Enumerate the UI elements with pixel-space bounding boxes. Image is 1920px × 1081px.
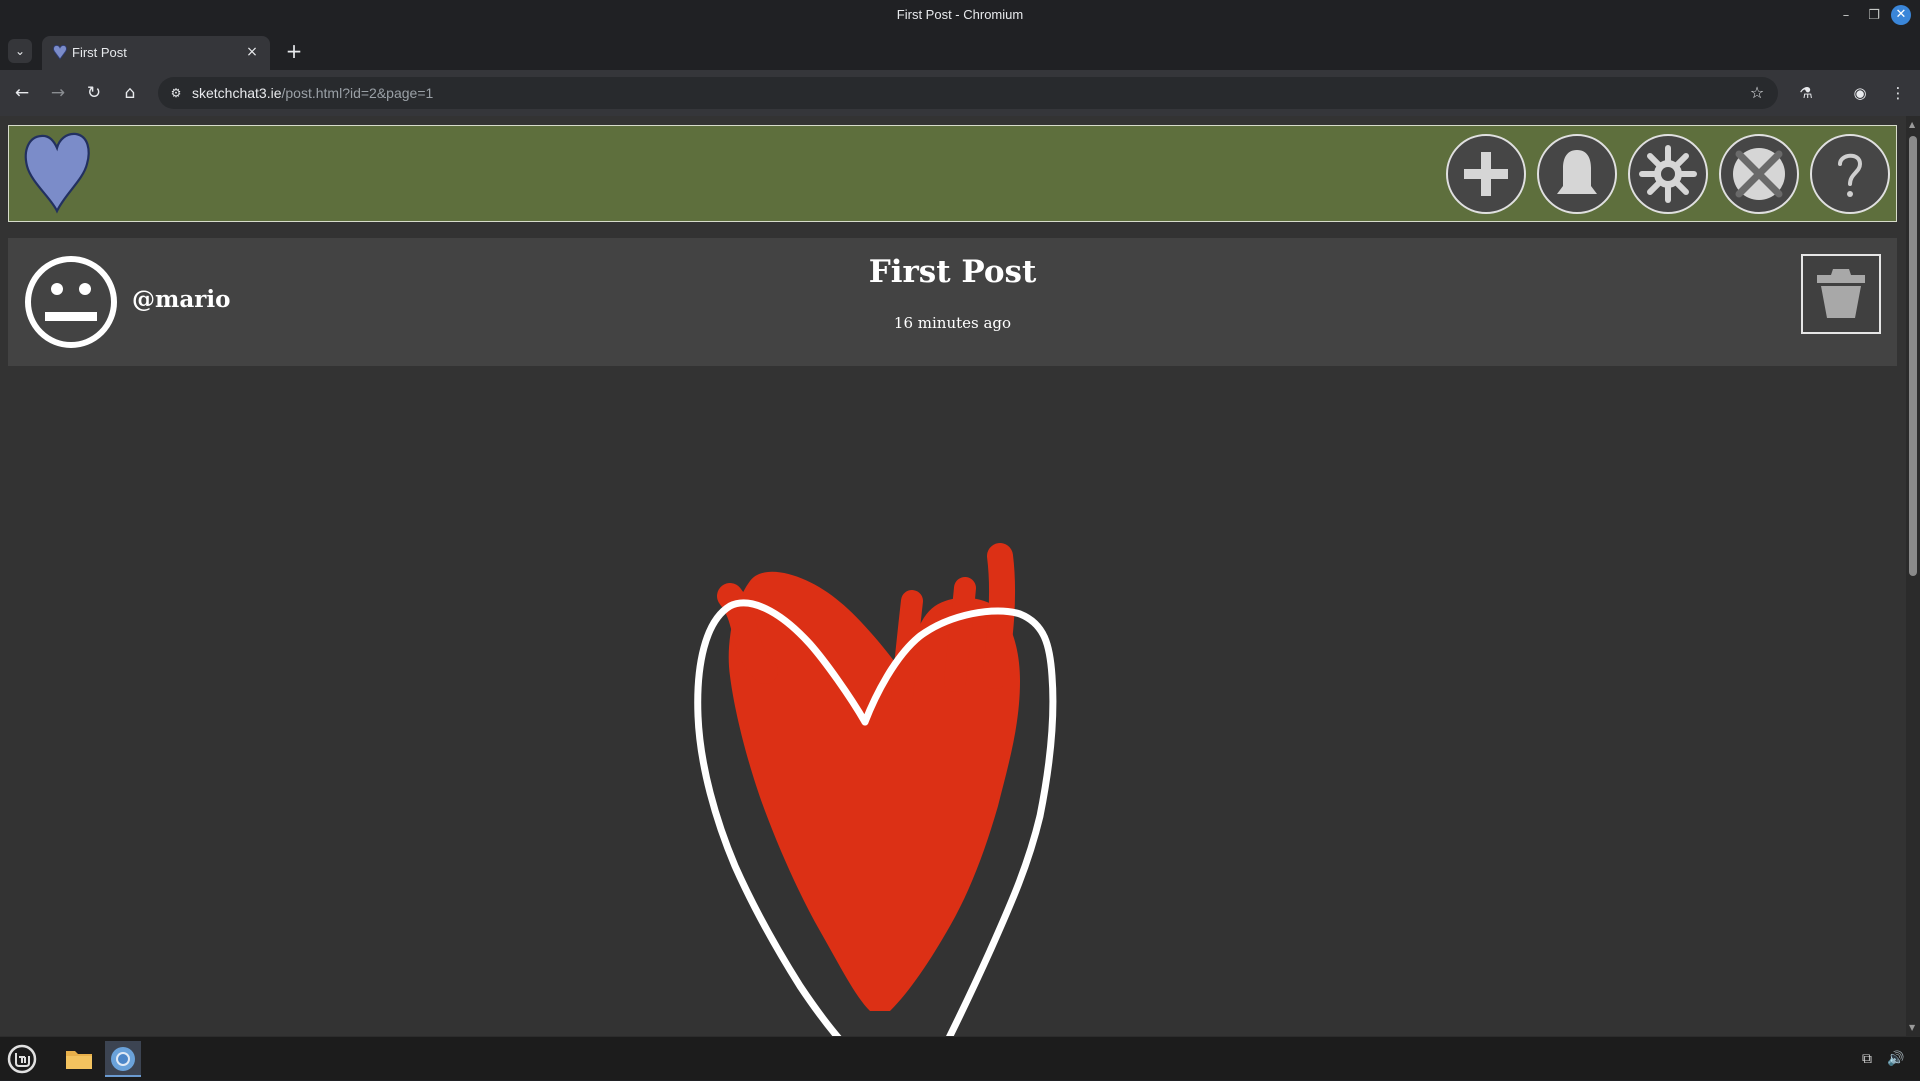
mint-menu-button[interactable] [4,1041,40,1077]
url-domain: sketchchat3.ie [192,85,282,101]
settings-button[interactable] [1628,134,1708,214]
home-button[interactable]: ⌂ [118,81,142,105]
page-scrollbar[interactable]: ▲ ▼ [1906,116,1920,1036]
files-taskbar-button[interactable] [61,1041,97,1077]
tab-search-button[interactable]: ⌄ [8,39,32,63]
mint-logo-icon [7,1044,37,1074]
bell-icon [1557,150,1597,194]
minimize-button[interactable]: – [1834,4,1858,28]
tab-first-post[interactable]: First Post × [42,36,270,70]
question-icon [1838,153,1863,197]
scroll-up-arrow-icon[interactable]: ▲ [1909,120,1915,129]
post-title: First Post [868,254,1037,290]
site-header [8,125,1897,222]
browser-menu-icon[interactable]: ⋮ [1886,81,1910,105]
chromium-icon [111,1047,135,1071]
window-titlebar: First Post - Chromium – ❐ ✕ [0,0,1920,32]
restore-button[interactable]: ❐ [1862,4,1886,28]
new-post-button[interactable] [1446,134,1526,214]
notifications-button[interactable] [1537,134,1617,214]
tab-close-button[interactable]: × [242,42,262,62]
trash-icon [1817,269,1865,318]
red-heart-sketch-icon [694,543,1057,1036]
url-path: /post.html?id=2&page=1 [281,85,434,101]
address-bar[interactable]: ⚙ sketchchat3.ie/post.html?id=2&page=1 ☆ [158,77,1778,109]
new-tab-button[interactable]: + [282,40,306,64]
tab-title: First Post [72,45,127,60]
chromium-taskbar-button[interactable] [105,1041,141,1077]
scroll-down-arrow-icon[interactable]: ▼ [1909,1023,1915,1032]
gear-icon [1639,145,1697,203]
reload-button[interactable]: ↻ [82,81,106,105]
site-info-icon[interactable]: ⚙ [166,83,186,103]
post-header: @mario First Post 16 minutes ago [8,238,1897,366]
browser-toolbar: ← → ↻ ⌂ ⚙ sketchchat3.ie/post.html?id=2&… [0,70,1920,116]
network-icon[interactable]: ⧉ [1857,1049,1877,1069]
delete-post-button[interactable] [1801,254,1881,334]
back-button[interactable]: ← [10,81,34,105]
post-timestamp: 16 minutes ago [893,314,1012,332]
heart-logo-icon[interactable] [21,130,93,214]
forward-button[interactable]: → [46,81,70,105]
close-window-button[interactable]: ✕ [1891,5,1911,25]
url-text[interactable]: sketchchat3.ie/post.html?id=2&page=1 [192,85,433,101]
folder-icon [66,1051,92,1069]
profile-icon[interactable]: ◉ [1848,81,1872,105]
page-viewport: @mario First Post 16 minutes ago [0,116,1906,1036]
heart-favicon-icon [53,45,67,60]
scrollbar-thumb[interactable] [1909,136,1917,576]
plus-icon [1464,152,1508,196]
bookmark-star-icon[interactable]: ☆ [1746,82,1768,104]
cross-circle-icon [1733,148,1785,200]
post-username[interactable]: @mario [132,286,230,313]
help-button[interactable] [1810,134,1890,214]
labs-flask-icon[interactable]: ⚗ [1794,81,1818,105]
os-taskbar: ⧉ 🔊 [0,1036,1920,1080]
volume-icon[interactable]: 🔊 [1886,1049,1906,1069]
logout-button[interactable] [1719,134,1799,214]
window-title: First Post - Chromium [896,7,1024,22]
